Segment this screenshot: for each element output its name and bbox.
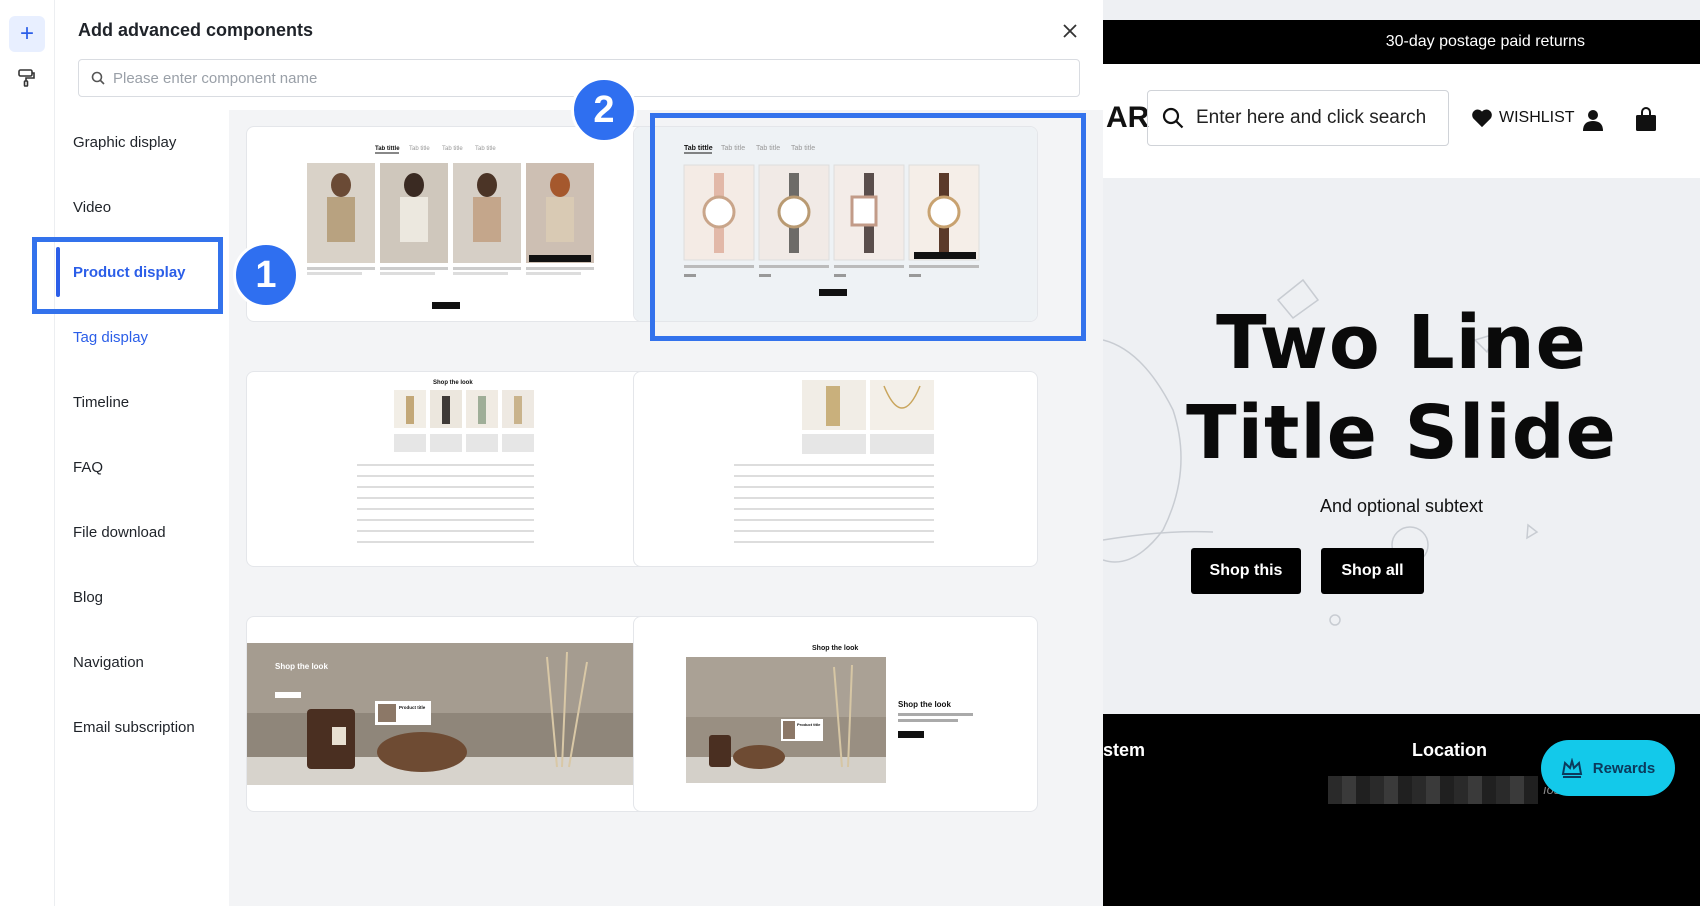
shop-look-label: Shop the look bbox=[433, 380, 473, 386]
shopping-bag-icon bbox=[1636, 107, 1656, 131]
left-toolbar: + bbox=[0, 0, 55, 906]
hero-title-line1: Two Line bbox=[1216, 300, 1587, 386]
product-title-label: Product title bbox=[399, 705, 426, 710]
search-icon bbox=[1162, 107, 1184, 129]
site-header: AR Enter here and click search WISHLIST bbox=[1103, 64, 1700, 178]
tab-label: Tab title bbox=[442, 146, 463, 152]
shop-this-button[interactable]: Shop this bbox=[1191, 548, 1301, 594]
category-file-download[interactable]: File download bbox=[73, 517, 166, 547]
add-component-button[interactable]: + bbox=[9, 16, 45, 52]
shop-look-label: Shop the look bbox=[898, 700, 951, 709]
search-icon bbox=[91, 71, 105, 85]
tab-label-active: Tab tittle bbox=[375, 146, 400, 152]
wishlist-label: WISHLIST bbox=[1499, 109, 1575, 126]
panel-title: Add advanced components bbox=[78, 20, 314, 40]
hero-subtext: And optional subtext bbox=[1319, 496, 1484, 516]
close-icon bbox=[1063, 24, 1077, 38]
tab-label: Tab title bbox=[409, 146, 430, 152]
wishlist-link[interactable]: WISHLIST bbox=[1471, 108, 1575, 128]
style-button[interactable] bbox=[9, 60, 45, 96]
step-badge-1: 1 bbox=[233, 242, 299, 308]
shop-all-button[interactable]: Shop all bbox=[1321, 548, 1424, 594]
template-card-shop-look-split[interactable]: Shop the look Product title Shop the loo… bbox=[633, 616, 1038, 812]
template-preview: Shop the look Product title Shop the loo… bbox=[686, 645, 973, 783]
rewards-button[interactable]: Rewards bbox=[1541, 740, 1675, 796]
site-logo[interactable]: AR bbox=[1106, 101, 1149, 135]
product-title-label: Product title bbox=[797, 722, 821, 727]
hero-title-line2: Title Slide bbox=[1186, 390, 1617, 476]
template-card-tabs-fashion[interactable]: Tab tittle Tab title Tab title Tab title bbox=[246, 126, 651, 322]
template-card-shop-look-list-2[interactable] bbox=[633, 371, 1038, 567]
user-icon bbox=[1583, 110, 1603, 131]
site-search-placeholder: Enter here and click search bbox=[1196, 107, 1427, 128]
announcement-text: 30-day postage paid returns bbox=[1385, 33, 1585, 50]
heart-icon bbox=[1472, 109, 1492, 128]
category-timeline[interactable]: Timeline bbox=[73, 387, 129, 417]
site-preview: 30-day postage paid returns AR Enter her… bbox=[1103, 0, 1700, 906]
category-faq[interactable]: FAQ bbox=[73, 452, 103, 482]
account-button[interactable] bbox=[1582, 109, 1604, 136]
template-preview: Shop the look bbox=[357, 380, 534, 543]
category-blog[interactable]: Blog bbox=[73, 582, 103, 612]
template-card-shop-look-list[interactable]: Shop the look bbox=[246, 371, 651, 567]
crown-icon bbox=[1561, 758, 1582, 778]
footer-heading-location: Location bbox=[1412, 740, 1487, 760]
template-preview: Shop the look Product title bbox=[247, 643, 650, 785]
rewards-label: Rewards bbox=[1592, 759, 1656, 777]
cart-button[interactable] bbox=[1635, 107, 1657, 136]
pixelated-redaction bbox=[1328, 776, 1538, 804]
plus-icon: + bbox=[19, 20, 34, 47]
tab-label: Tab title bbox=[475, 146, 496, 152]
category-list: Graphic display Video Product display Ta… bbox=[55, 110, 229, 906]
close-button[interactable] bbox=[1055, 16, 1085, 46]
paint-roller-icon bbox=[18, 69, 35, 87]
category-email-subscription[interactable]: Email subscription bbox=[73, 712, 195, 742]
footer-heading-system: stem bbox=[1103, 740, 1146, 760]
template-preview: Tab tittle Tab title Tab title Tab title bbox=[307, 146, 594, 309]
shop-look-label: Shop the look bbox=[275, 662, 328, 671]
step-badge-2: 2 bbox=[571, 77, 637, 143]
annotation-box-1 bbox=[32, 237, 223, 314]
template-card-shop-look-hero[interactable]: Shop the look Product title bbox=[246, 616, 651, 812]
annotation-box-2 bbox=[650, 113, 1086, 341]
category-navigation[interactable]: Navigation bbox=[73, 647, 144, 677]
template-preview bbox=[734, 380, 934, 543]
category-video[interactable]: Video bbox=[73, 192, 111, 222]
category-tag-display[interactable]: Tag display bbox=[73, 322, 148, 352]
announcement-bar: 30-day postage paid returns bbox=[1103, 20, 1700, 64]
shop-look-label: Shop the look bbox=[812, 645, 858, 652]
site-search-box[interactable]: Enter here and click search bbox=[1147, 90, 1449, 146]
category-graphic-display[interactable]: Graphic display bbox=[73, 127, 176, 157]
